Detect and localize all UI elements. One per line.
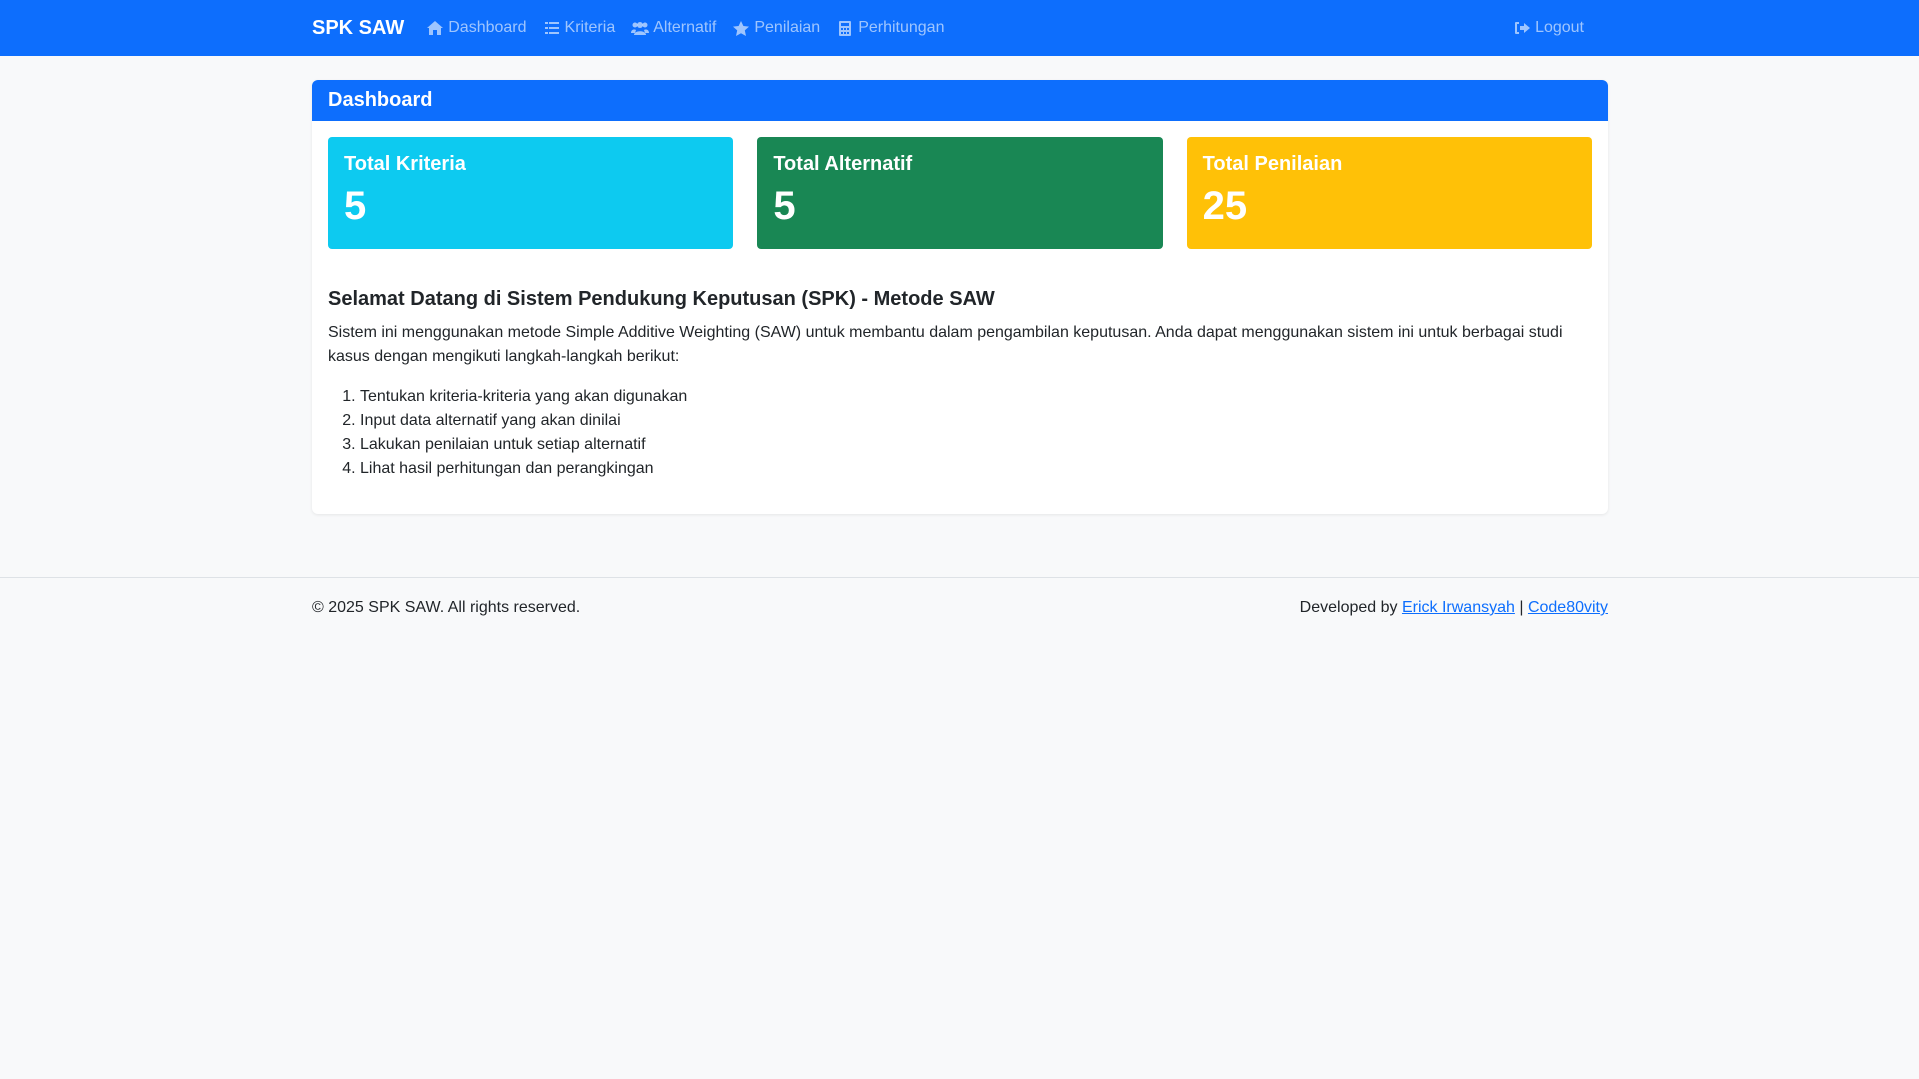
brand-link[interactable]: SPK SAW	[312, 17, 404, 40]
stat-value: 5	[773, 184, 796, 228]
users-icon	[631, 20, 650, 36]
list-item: Lakukan penilaian untuk setiap alternati…	[360, 433, 1592, 457]
footer-copyright: © 2025 SPK SAW. All rights reserved.	[312, 599, 581, 616]
stat-label: Total Alternatif	[773, 153, 913, 175]
star-icon	[732, 20, 750, 36]
nav-link-label: Dashboard	[448, 19, 527, 36]
footer: © 2025 SPK SAW. All rights reserved. Dev…	[312, 596, 1608, 620]
stat-value: 5	[344, 184, 367, 228]
list-icon	[543, 20, 561, 36]
footer-separator: |	[1519, 599, 1524, 616]
welcome-paragraph: Sistem ini menggunakan metode Simple Add…	[328, 324, 1563, 365]
footer-credits: Developed by Erick Irwansyah | Code80vit…	[1300, 596, 1608, 620]
nav-link-penilaian[interactable]: Penilaian	[732, 19, 820, 37]
top-navbar: SPK SAW Dashboard Kriteria Alternatif Pe…	[0, 0, 1919, 56]
logout-link[interactable]: Logout	[1513, 19, 1584, 37]
list-item: Lihat hasil perhitungan dan perangkingan	[360, 457, 1592, 481]
stat-label: Total Penilaian	[1202, 153, 1343, 175]
nav-link-alternatif[interactable]: Alternatif	[631, 19, 716, 37]
list-item: Tentukan kriteria-kriteria yang akan dig…	[360, 385, 1592, 409]
welcome-section: Selamat Datang di Sistem Pendukung Keput…	[328, 288, 1592, 481]
nav-links: Dashboard Kriteria Alternatif Penilaian	[426, 19, 960, 37]
org-link[interactable]: Code80vity	[1528, 599, 1608, 616]
dashboard-card: Dashboard Total Kriteria 5 Total Alterna…	[312, 80, 1608, 514]
author-link[interactable]: Erick Irwansyah	[1402, 599, 1515, 616]
stats-row: Total Kriteria 5 Total Alternatif 5 Tota…	[328, 137, 1592, 249]
nav-link-label: Perhitungan	[858, 19, 945, 36]
stat-value: 25	[1202, 184, 1248, 228]
nav-link-dashboard[interactable]: Dashboard	[426, 19, 527, 37]
footer-divider	[0, 577, 1919, 578]
nav-right: Logout	[1513, 19, 1600, 37]
stat-card-kriteria: Total Kriteria 5	[328, 137, 734, 249]
nav-link-label: Alternatif	[653, 19, 717, 36]
stat-label: Total Kriteria	[344, 153, 466, 175]
logout-icon	[1513, 20, 1531, 36]
nav-link-kriteria[interactable]: Kriteria	[543, 19, 616, 37]
calculator-icon	[836, 20, 854, 36]
navbar-container: SPK SAW Dashboard Kriteria Alternatif Pe…	[312, 0, 1608, 56]
logout-label: Logout	[1535, 19, 1584, 36]
nav-link-perhitungan[interactable]: Perhitungan	[836, 19, 944, 37]
footer-developed-by: Developed by	[1299, 599, 1398, 616]
stat-card-penilaian: Total Penilaian 25	[1186, 137, 1592, 249]
home-icon	[426, 20, 444, 36]
list-item: Input data alternatif yang akan dinilai	[360, 409, 1592, 433]
nav-link-label: Penilaian	[754, 19, 821, 36]
stat-card-alternatif: Total Alternatif 5	[757, 137, 1163, 249]
welcome-heading: Selamat Datang di Sistem Pendukung Keput…	[328, 288, 995, 310]
steps-list: Tentukan kriteria-kriteria yang akan dig…	[328, 385, 1592, 481]
card-header: Dashboard	[312, 80, 1608, 121]
nav-link-label: Kriteria	[564, 19, 616, 36]
